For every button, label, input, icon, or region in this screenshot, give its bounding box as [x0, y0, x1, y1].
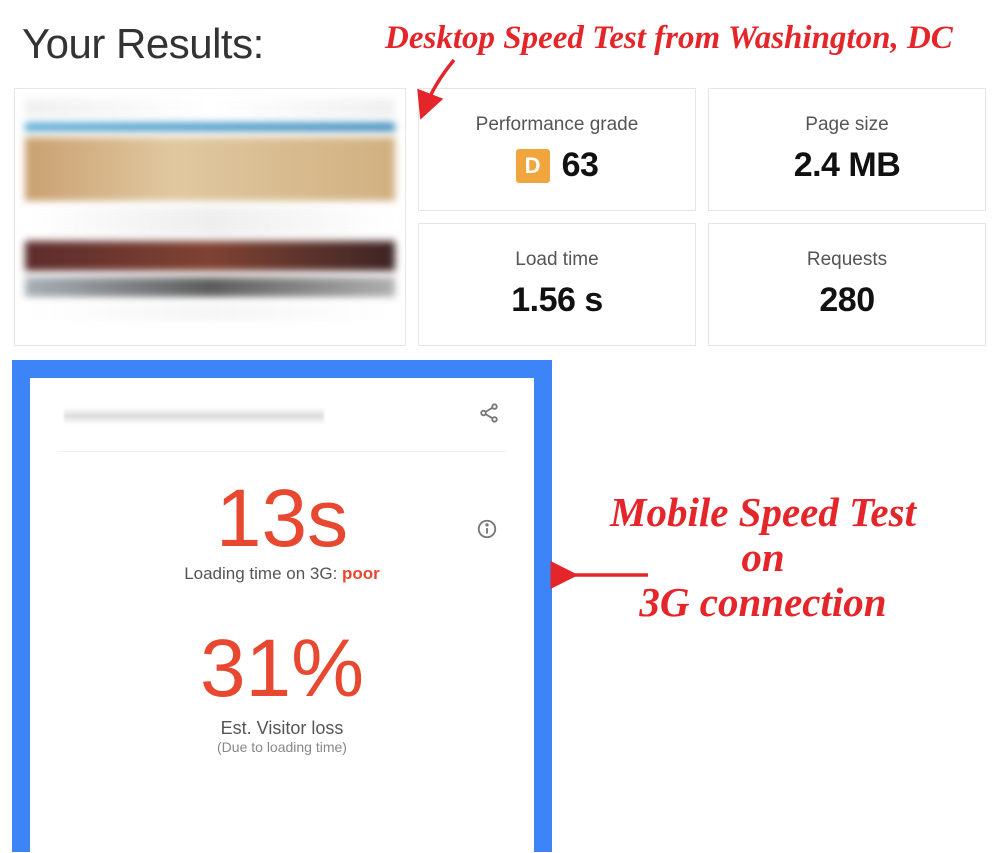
mobile-visitor-loss-sub: (Due to loading time): [58, 739, 506, 755]
grade-badge: D: [516, 149, 550, 183]
metric-value: 280: [819, 281, 874, 320]
mobile-url-blurred: [64, 407, 324, 425]
metric-label: Requests: [807, 249, 887, 271]
annotation-desktop: Desktop Speed Test from Washington, DC: [385, 20, 953, 56]
mobile-visitor-loss: 31% Est. Visitor loss (Due to loading ti…: [58, 624, 506, 755]
annotation-mobile: Mobile Speed Test on 3G connection: [610, 490, 916, 625]
metric-value: 2.4 MB: [794, 146, 901, 185]
share-icon[interactable]: [478, 402, 500, 429]
mobile-loading-label: Loading time on 3G: poor: [58, 564, 506, 584]
metric-page-size: Page size 2.4 MB: [708, 88, 986, 211]
arrow-to-desktop: [414, 54, 474, 129]
mobile-speed-test-card: 13s Loading time on 3G: poor 31% Est. Vi…: [30, 378, 534, 852]
arrow-to-mobile: [562, 560, 652, 595]
metric-value: 1.56 s: [511, 281, 603, 320]
metric-requests: Requests 280: [708, 223, 986, 346]
mobile-loading-value: 13s: [58, 474, 506, 564]
metric-label: Performance grade: [476, 114, 639, 136]
page-screenshot-thumbnail: [14, 88, 406, 346]
metric-value: 63: [562, 146, 599, 185]
metric-load-time: Load time 1.56 s: [418, 223, 696, 346]
info-icon[interactable]: [476, 518, 498, 545]
mobile-speed-test-frame: 13s Loading time on 3G: poor 31% Est. Vi…: [12, 360, 552, 852]
metric-label: Load time: [515, 249, 598, 271]
mobile-visitor-loss-label: Est. Visitor loss: [58, 718, 506, 739]
metric-label: Page size: [805, 114, 888, 136]
mobile-visitor-loss-value: 31%: [58, 624, 506, 714]
mobile-loading-time: 13s Loading time on 3G: poor: [58, 474, 506, 584]
desktop-results-row: Performance grade D 63 Page size 2.4 MB …: [0, 88, 1000, 346]
